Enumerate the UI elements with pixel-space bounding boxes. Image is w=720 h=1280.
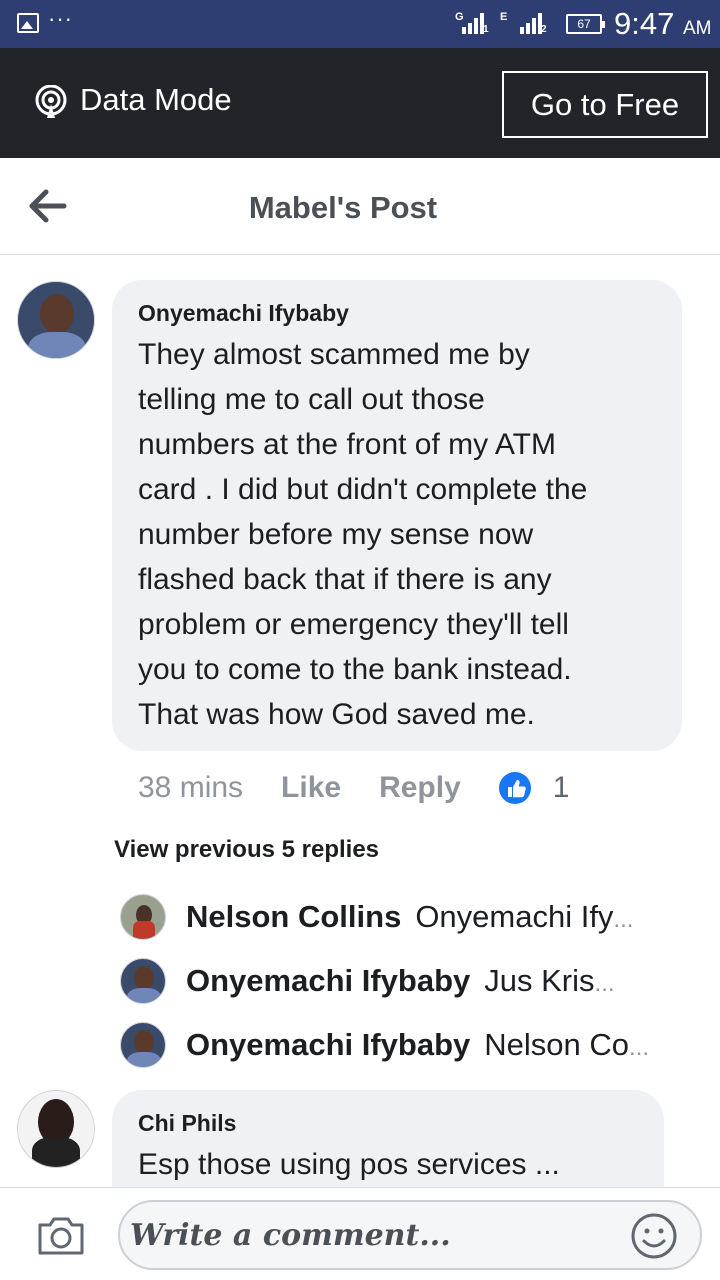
go-to-free-button[interactable]: Go to Free	[502, 71, 708, 138]
reply-text: Nelson Co...	[484, 1027, 650, 1062]
reply-item[interactable]: Nelson Collins Onyemachi Ify...	[120, 893, 633, 941]
reply-author[interactable]: Onyemachi Ifybaby	[186, 963, 470, 999]
comment-input[interactable]	[118, 1200, 702, 1270]
reply-author[interactable]: Onyemachi Ifybaby	[186, 1027, 470, 1063]
page-title: Mabel's Post	[248, 190, 438, 225]
network-type-2: E	[500, 11, 508, 23]
like-count[interactable]: 1	[553, 771, 570, 805]
emoji-icon[interactable]	[630, 1212, 678, 1260]
camera-icon[interactable]	[36, 1215, 86, 1257]
signal-1-icon	[462, 12, 484, 34]
reply-avatar	[120, 958, 166, 1004]
comment-author[interactable]: Onyemachi Ifybaby	[138, 300, 349, 327]
sim-2-label: 2	[541, 24, 547, 35]
like-reaction-icon[interactable]	[498, 772, 531, 804]
comment-composer	[0, 1187, 720, 1280]
comment-actions: 38 mins Like Reply 1	[138, 770, 569, 806]
signal-2-icon	[520, 12, 542, 34]
reply-button[interactable]: Reply	[379, 771, 461, 805]
reply-text: Onyemachi Ify...	[415, 899, 634, 934]
comment-text: Esp those using pos services ...	[138, 1148, 560, 1181]
like-button[interactable]: Like	[281, 771, 341, 805]
status-bar: ··· G 1 E 2 67 9:47 AM	[0, 0, 720, 48]
commenter-avatar[interactable]	[17, 281, 95, 359]
reply-author[interactable]: Nelson Collins	[186, 899, 401, 935]
comment-timestamp: 38 mins	[138, 771, 244, 804]
reply-avatar	[120, 894, 166, 940]
data-mode-bar: Data Mode Go to Free	[0, 48, 720, 158]
view-previous-replies-link[interactable]: View previous 5 replies	[114, 836, 379, 864]
post-header: Mabel's Post	[0, 158, 720, 255]
clock: 9:47 AM	[614, 6, 712, 41]
comment-author[interactable]: Chi Phils	[138, 1110, 236, 1137]
reply-item[interactable]: Onyemachi Ifybaby Jus Kris...	[120, 957, 615, 1005]
reply-avatar	[120, 1022, 166, 1068]
sim-1-label: 1	[483, 24, 489, 35]
gallery-notification-icon	[17, 13, 39, 33]
data-mode-label: Data Mode	[80, 82, 232, 117]
commenter-avatar[interactable]	[17, 1090, 95, 1168]
reply-text: Jus Kris...	[484, 963, 615, 998]
battery-icon: 67	[566, 14, 605, 34]
broadcast-icon	[35, 85, 67, 118]
comment-text: They almost scammed me by telling me to …	[138, 338, 588, 731]
reply-item[interactable]: Onyemachi Ifybaby Nelson Co...	[120, 1021, 649, 1069]
more-notifications-icon: ···	[48, 6, 73, 31]
